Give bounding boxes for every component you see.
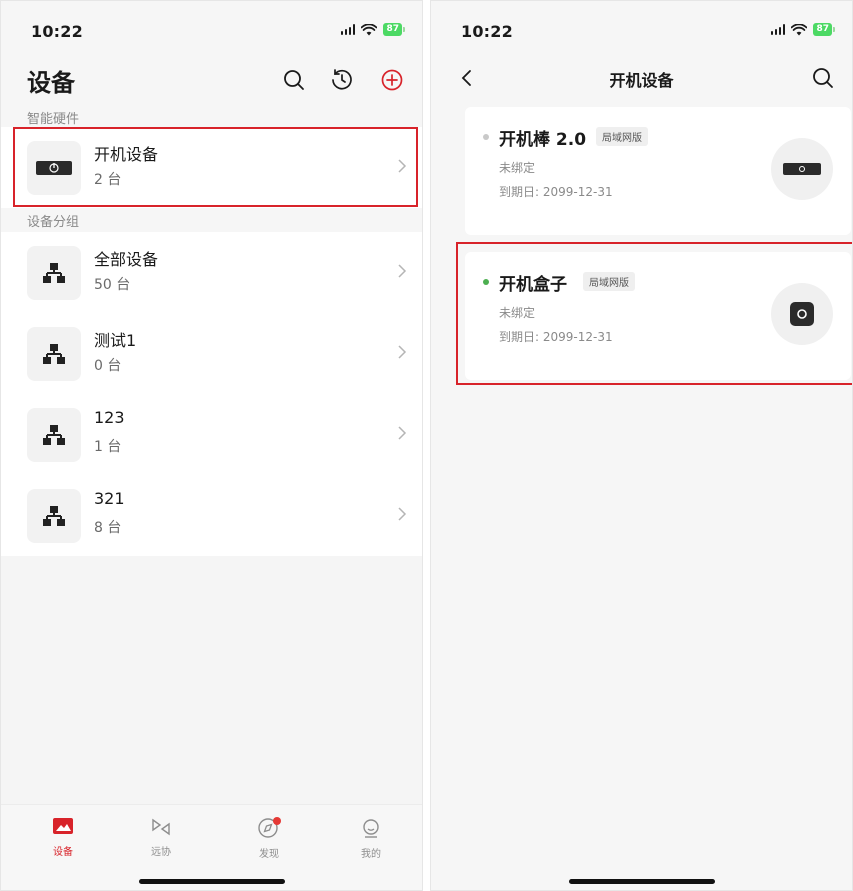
group-count: 0 台 [94, 358, 122, 374]
status-dot [483, 134, 489, 140]
battery-indicator: 87 [813, 23, 835, 36]
chevron-right-icon [398, 345, 407, 359]
tab-profile[interactable]: 我的 [341, 817, 401, 860]
group-thumbnail [27, 489, 81, 543]
chevron-right-icon [398, 264, 407, 278]
signal-icon [770, 24, 786, 35]
network-group-icon [43, 263, 65, 283]
highlight-frame [13, 127, 418, 207]
group-title: 全部设备 [94, 250, 159, 269]
device-group-list: 全部设备 50 台 测试1 0 台 123 1 台 321 8 台 [1, 232, 422, 556]
home-indicator [568, 879, 715, 884]
wifi-icon [791, 23, 808, 35]
group-row[interactable]: 123 1 台 [1, 394, 422, 475]
section-device-groups: 设备分组 [1, 208, 422, 232]
group-count: 1 台 [94, 439, 122, 455]
status-icons: 87 [770, 23, 835, 36]
device-expire-date: 到期日: 2099-12-31 [499, 185, 613, 199]
page-title: 设备 [27, 69, 75, 97]
tab-devices[interactable]: 设备 [33, 817, 93, 858]
network-group-icon [43, 425, 65, 445]
devices-tab-icon [53, 818, 73, 834]
status-bar: 10:22 87 [431, 1, 852, 63]
group-thumbnail [27, 246, 81, 300]
group-title: 321 [94, 489, 125, 508]
status-time: 10:22 [31, 22, 83, 41]
remote-tab-icon [152, 818, 170, 836]
network-group-icon [43, 344, 65, 364]
tab-profile-label: 我的 [361, 849, 381, 860]
battery-indicator: 87 [383, 23, 405, 36]
group-title: 测试1 [94, 331, 137, 350]
power-devices-screen: 10:22 87 开机设备 开机棒 2.0 局域网版 未绑定 到期日: 2099… [430, 0, 853, 891]
device-card[interactable]: 开机棒 2.0 局域网版 未绑定 到期日: 2099-12-31 [465, 107, 851, 235]
home-indicator [138, 879, 285, 884]
page-header: 设备 [1, 63, 422, 105]
group-title: 123 [94, 408, 125, 427]
tab-discover[interactable]: 发现 [239, 817, 299, 860]
signal-icon [340, 24, 356, 35]
group-row[interactable]: 全部设备 50 台 [1, 232, 422, 313]
search-icon[interactable] [281, 67, 307, 93]
tab-bar: 设备 远协 发现 我的 [1, 804, 422, 890]
device-bind-status: 未绑定 [499, 161, 536, 175]
nav-bar: 开机设备 [431, 63, 852, 105]
highlight-frame [456, 242, 852, 385]
devices-screen: 10:22 87 设备 智能硬件 开机设备 2 台 设备分组 全部设备 50 台… [0, 0, 423, 891]
wifi-icon [361, 23, 378, 35]
section-smart-hardware: 智能硬件 [1, 105, 422, 127]
device-tag: 局域网版 [596, 127, 648, 146]
group-count: 8 台 [94, 520, 122, 536]
power-stick-icon [783, 163, 821, 175]
chevron-right-icon [398, 507, 407, 521]
network-group-icon [43, 506, 65, 526]
tab-remote-label: 远协 [151, 847, 171, 858]
status-bar: 10:22 87 [1, 1, 422, 63]
discover-compass-icon [258, 817, 281, 838]
page-title: 开机设备 [609, 71, 674, 90]
search-icon[interactable] [810, 65, 836, 91]
group-count: 50 台 [94, 277, 131, 293]
group-thumbnail [27, 327, 81, 381]
device-name: 开机棒 2.0 [499, 130, 587, 150]
history-icon[interactable] [329, 67, 355, 93]
status-icons: 87 [340, 23, 405, 36]
add-circle-icon[interactable] [379, 67, 405, 93]
tab-discover-label: 发现 [259, 849, 279, 860]
chevron-right-icon [398, 426, 407, 440]
group-row[interactable]: 321 8 台 [1, 475, 422, 556]
tab-devices-label: 设备 [53, 847, 73, 858]
group-thumbnail [27, 408, 81, 462]
group-row[interactable]: 测试1 0 台 [1, 313, 422, 394]
profile-tab-icon [363, 819, 379, 838]
status-time: 10:22 [461, 22, 513, 41]
tab-remote[interactable]: 远协 [131, 817, 191, 858]
device-image [771, 138, 833, 200]
